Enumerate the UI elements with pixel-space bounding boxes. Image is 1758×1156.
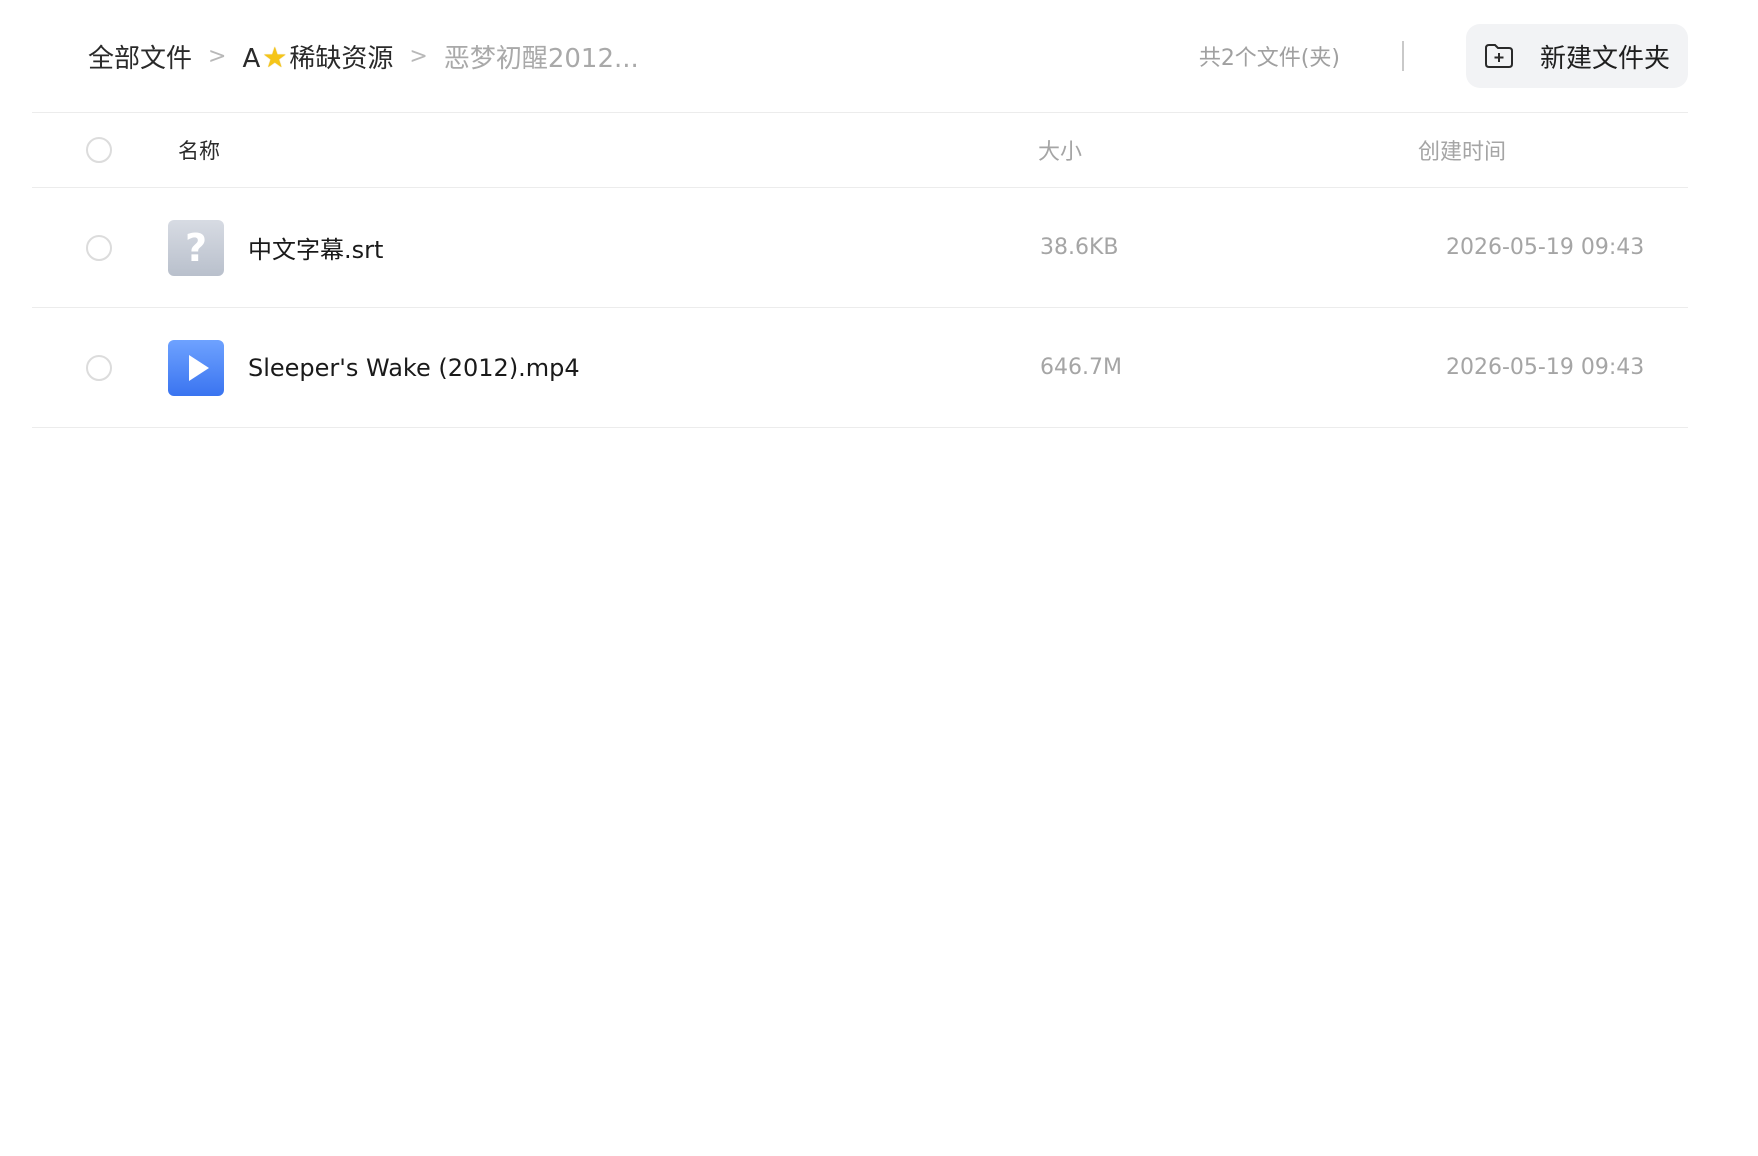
unknown-file-icon: ? [168,219,224,276]
row-name-cell: ? 中文字幕.srt [144,219,1028,276]
star-icon: ★ [262,40,288,74]
breadcrumb-level1-label: 稀缺资源 [289,43,394,74]
row-check-cell [32,354,144,381]
row-checkbox[interactable] [86,354,112,381]
new-folder-button[interactable]: 新建文件夹 [1465,24,1688,88]
play-icon [188,354,209,381]
file-size: 38.6KB [1040,235,1119,260]
column-header-name[interactable]: 名称 [144,135,1038,165]
header-bar: 全部文件 > A★稀缺资源 > 恶梦初醒2012... 共2个文件(夹) 新建文… [88,24,1688,88]
table-row[interactable]: ? 中文字幕.srt 38.6KB 2026-05-19 09:43 [32,188,1688,308]
select-all-cell [32,137,144,163]
row-checkbox[interactable] [86,234,112,261]
breadcrumb-level1-prefix: A [242,43,261,74]
file-size: 646.7M [1040,355,1122,380]
folder-plus-icon [1484,44,1513,68]
table-header: 名称 大小 创建时间 [32,112,1688,188]
header-actions: 共2个文件(夹) 新建文件夹 [1199,24,1688,88]
file-created-time: 2026-05-19 09:43 [1446,355,1645,380]
video-file-icon [168,339,224,396]
row-check-cell [32,234,144,261]
new-folder-label: 新建文件夹 [1539,43,1670,74]
chevron-right-icon: > [409,43,428,69]
breadcrumb-level1[interactable]: A★稀缺资源 [242,38,393,75]
select-all-checkbox[interactable] [86,137,112,163]
row-name-cell: Sleeper's Wake (2012).mp4 [144,339,1028,396]
column-header-size[interactable]: 大小 [1038,134,1418,166]
file-table: 名称 大小 创建时间 ? 中文字幕.srt 38.6KB 2026-05-19 … [32,112,1688,428]
breadcrumb-root[interactable]: 全部文件 [88,38,192,75]
file-created-time: 2026-05-19 09:43 [1446,235,1645,260]
breadcrumb: 全部文件 > A★稀缺资源 > 恶梦初醒2012... [88,38,639,75]
file-count: 共2个文件(夹) [1198,46,1340,71]
column-header-time[interactable]: 创建时间 [1418,134,1688,166]
breadcrumb-current: 恶梦初醒2012... [443,43,639,74]
table-row[interactable]: Sleeper's Wake (2012).mp4 646.7M 2026-05… [32,308,1688,428]
file-browser-page: 全部文件 > A★稀缺资源 > 恶梦初醒2012... 共2个文件(夹) 新建文… [0,0,1758,1156]
chevron-right-icon: > [208,43,227,69]
file-name[interactable]: Sleeper's Wake (2012).mp4 [248,354,580,382]
divider [1401,41,1404,71]
file-name[interactable]: 中文字幕.srt [248,230,383,265]
